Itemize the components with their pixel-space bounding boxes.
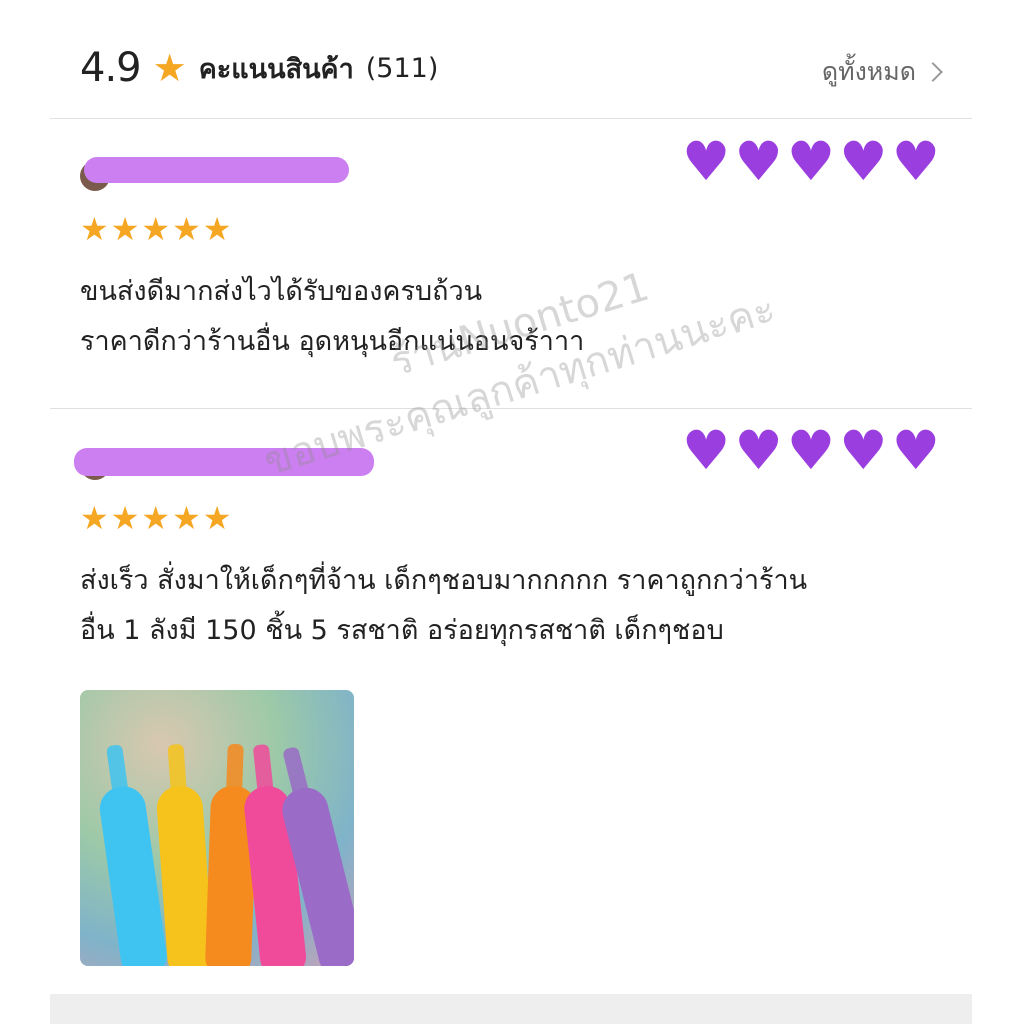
purple-heart-icon: ♥ bbox=[839, 419, 888, 482]
purple-heart-icon: ♥ bbox=[681, 419, 731, 482]
review-item: ♥ ♥ ♥ ♥ ♥ ★ ★ ★ ★ ★ ขนส่งดีมากส่งไวได้รั… bbox=[80, 135, 960, 367]
see-all-link[interactable]: ดูทั้งหมด bbox=[821, 52, 943, 92]
rating-summary: 4.9 ★ คะแนนสินค้า (511) ดูทั้งหมด bbox=[80, 38, 943, 98]
star-icon: ★ bbox=[202, 210, 232, 248]
review-line: ขนส่งดีมากส่งไวได้รับของครบถ้วน bbox=[80, 276, 483, 307]
star-icon: ★ bbox=[80, 499, 109, 537]
review-text: ส่งเร็ว สั่งมาให้เด็กๆที่จ้าน เด็กๆชอบมา… bbox=[80, 556, 960, 656]
star-icon: ★ bbox=[141, 210, 171, 248]
purple-heart-icon: ♥ bbox=[786, 130, 836, 193]
purple-heart-icon: ♥ bbox=[681, 130, 731, 193]
chevron-right-icon bbox=[923, 62, 943, 82]
star-icon: ★ bbox=[110, 210, 140, 248]
reviewer-row: ♥ ♥ ♥ ♥ ♥ bbox=[80, 135, 960, 195]
star-icon: ★ bbox=[172, 210, 201, 248]
purple-heart-icon: ♥ bbox=[891, 130, 940, 193]
star-icon: ★ bbox=[110, 499, 140, 537]
purple-heart-icon: ♥ bbox=[891, 419, 940, 482]
star-icon: ★ bbox=[202, 499, 232, 537]
divider bbox=[50, 118, 972, 119]
review-photo[interactable] bbox=[80, 690, 354, 966]
review-line: อื่น 1 ลังมี 150 ชิ้น 5 รสชาติ อร่อยทุกร… bbox=[80, 615, 724, 646]
reviewer-row: ♥ ♥ ♥ ♥ ♥ bbox=[74, 424, 960, 484]
purple-heart-icon: ♥ bbox=[839, 130, 888, 193]
review-stars: ★ ★ ★ ★ ★ bbox=[80, 213, 960, 247]
star-icon: ★ bbox=[80, 210, 109, 248]
rating-count: (511) bbox=[365, 52, 439, 84]
review-line: ราคาดีกว่าร้านอื่น อุดหนุนอีกแน่นอนจร้าา… bbox=[80, 326, 585, 357]
purple-heart-icon: ♥ bbox=[734, 130, 783, 193]
divider bbox=[50, 408, 972, 409]
purple-heart-icon: ♥ bbox=[786, 419, 836, 482]
purple-heart-icon: ♥ bbox=[734, 419, 783, 482]
rating-title: คะแนนสินค้า bbox=[198, 53, 354, 85]
purple-heart-icons: ♥ ♥ ♥ ♥ ♥ bbox=[678, 424, 940, 478]
star-icon: ★ bbox=[152, 46, 187, 90]
star-icon: ★ bbox=[172, 499, 201, 537]
star-icon: ★ bbox=[141, 499, 171, 537]
reviewer-name-redacted bbox=[74, 448, 374, 476]
rating-value: 4.9 bbox=[80, 45, 142, 91]
bottom-band bbox=[50, 994, 972, 1024]
reviewer-name-redacted bbox=[84, 157, 349, 183]
review-stars: ★ ★ ★ ★ ★ bbox=[80, 502, 960, 536]
review-item: ♥ ♥ ♥ ♥ ♥ ★ ★ ★ ★ ★ ส่งเร็ว สั่งมาให้เด็… bbox=[74, 424, 960, 656]
review-text: ขนส่งดีมากส่งไวได้รับของครบถ้วน ราคาดีกว… bbox=[80, 267, 960, 367]
see-all-label: ดูทั้งหมด bbox=[821, 57, 916, 86]
purple-heart-icons: ♥ ♥ ♥ ♥ ♥ bbox=[678, 135, 940, 189]
review-line: ส่งเร็ว สั่งมาให้เด็กๆที่จ้าน เด็กๆชอบมา… bbox=[80, 565, 808, 596]
